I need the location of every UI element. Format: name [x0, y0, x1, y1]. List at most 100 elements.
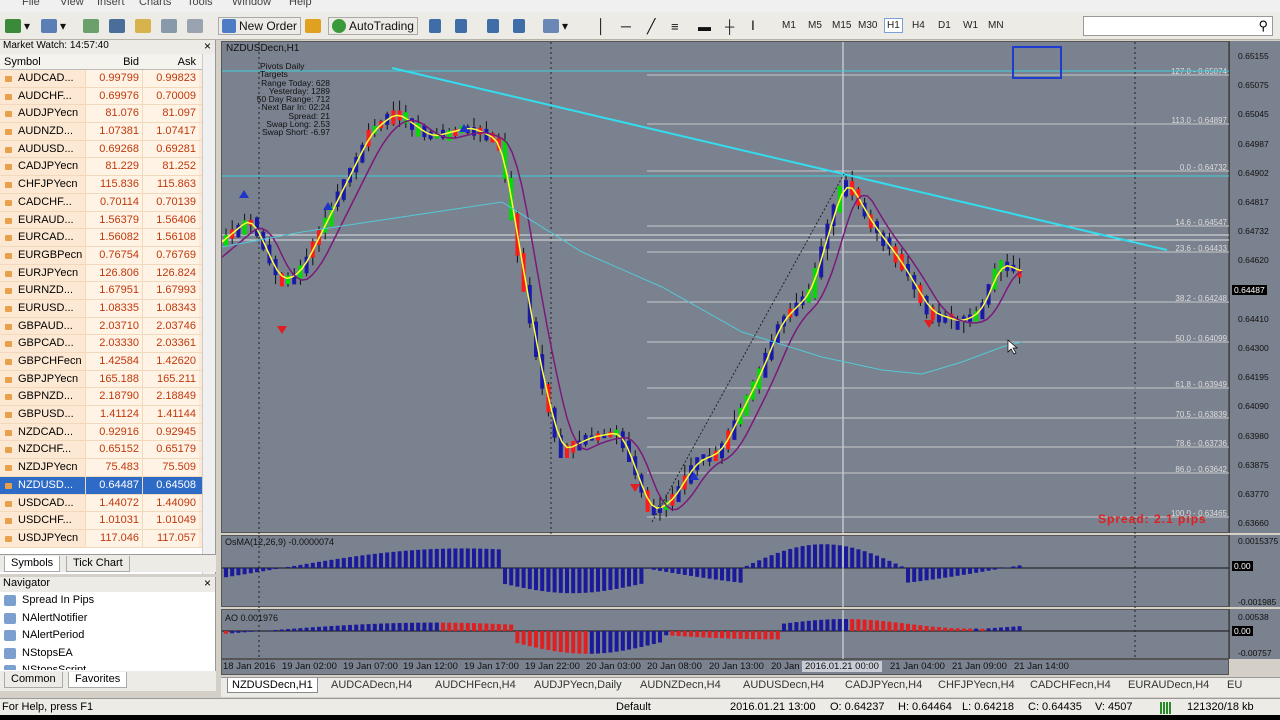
- zoom-out-button[interactable]: [512, 17, 526, 35]
- navigator-button[interactable]: [134, 17, 152, 35]
- tf-m30[interactable]: M30: [858, 20, 877, 31]
- chart-tab[interactable]: AUDJPYecn,Daily: [534, 679, 622, 691]
- market-watch-row[interactable]: NZDJPYecn 75.483 75.509: [0, 459, 215, 477]
- market-watch-row[interactable]: EURJPYecn 126.806 126.824: [0, 264, 215, 283]
- rectangle-button[interactable]: ▬: [697, 17, 712, 35]
- bar-chart-button[interactable]: [428, 17, 442, 35]
- nav-item-nalertperiod[interactable]: NAlertPeriod: [0, 627, 215, 645]
- new-chart-button[interactable]: ▾: [4, 17, 31, 35]
- chart-tab[interactable]: CHFJPYecn,H4: [938, 679, 1015, 691]
- menu-file[interactable]: File: [22, 0, 40, 8]
- market-watch-row[interactable]: GBPNZD... 2.18790 2.18849: [0, 388, 215, 407]
- chart-tab[interactable]: AUDNZDecn,H4: [640, 679, 721, 691]
- autotrading-button[interactable]: AutoTrading: [328, 17, 418, 35]
- market-watch-row[interactable]: GBPUSD... 1.41124 1.41144: [0, 406, 215, 424]
- market-watch-row[interactable]: GBPJPYecn 165.188 165.211: [0, 370, 215, 389]
- chart-tab[interactable]: CADJPYecn,H4: [845, 679, 922, 691]
- profiles-button[interactable]: ▾: [40, 17, 67, 35]
- market-watch-row[interactable]: USDCHF... 1.01031 1.01049: [0, 512, 215, 530]
- tester-button[interactable]: [186, 17, 204, 35]
- terminal-button[interactable]: [160, 17, 178, 35]
- market-watch-button[interactable]: [82, 17, 100, 35]
- menu-window[interactable]: Window: [232, 0, 271, 8]
- col-symbol[interactable]: Symbol: [0, 54, 85, 69]
- market-watch-row[interactable]: NZDUSD... 0.64487 0.64508: [0, 476, 215, 495]
- selection-rectangle[interactable]: [1012, 46, 1062, 79]
- tab-common[interactable]: Common: [4, 672, 63, 688]
- text-button[interactable]: Ⅰ: [750, 17, 756, 35]
- nav-item-nstopsea[interactable]: NStopsEA: [0, 645, 215, 663]
- nav-item-nalertnotifier[interactable]: NAlertNotifier: [0, 610, 215, 628]
- market-watch-row[interactable]: AUDCHF... 0.69976 0.70009: [0, 87, 215, 106]
- nav-item-nstopsscript[interactable]: NStopsScript: [0, 662, 215, 670]
- market-watch-row[interactable]: AUDNZD... 1.07381 1.07417: [0, 123, 215, 141]
- tf-d1[interactable]: D1: [938, 20, 951, 31]
- new-order-button[interactable]: New Order: [218, 17, 302, 35]
- market-watch-row[interactable]: AUDCAD... 0.99799 0.99823: [0, 70, 215, 88]
- osma-indicator-window[interactable]: OsMA(12,26,9) -0.0000074: [221, 535, 1230, 608]
- close-icon[interactable]: ×: [204, 39, 211, 53]
- market-watch-row[interactable]: GBPAUD... 2.03710 2.03746: [0, 317, 215, 336]
- search-icon[interactable]: ⚲: [1258, 18, 1268, 34]
- search-input[interactable]: ⚲: [1083, 16, 1273, 36]
- chart-tab[interactable]: AUDCADecn,H4: [331, 679, 412, 691]
- tf-w1[interactable]: W1: [963, 20, 978, 31]
- nav-item-spread-in-pips[interactable]: Spread In Pips: [0, 592, 215, 610]
- ao-indicator-window[interactable]: AO 0.001976: [221, 609, 1230, 660]
- market-watch-row[interactable]: AUDJPYecn 81.076 81.097: [0, 105, 215, 124]
- chart-tab[interactable]: CADCHFecn,H4: [1030, 679, 1111, 691]
- metaeditor-button[interactable]: [304, 17, 322, 35]
- tf-m15[interactable]: M15: [832, 20, 851, 31]
- market-watch-row[interactable]: GBPCAD... 2.03330 2.03361: [0, 335, 215, 353]
- market-watch-scrollbar[interactable]: [202, 54, 215, 574]
- market-watch-row[interactable]: EURCAD... 1.56082 1.56108: [0, 229, 215, 247]
- crosshair-button[interactable]: ┼: [724, 17, 735, 35]
- zoom-in-button[interactable]: [486, 17, 500, 35]
- cursor-button[interactable]: │: [596, 17, 607, 35]
- market-watch-row[interactable]: CADJPYecn 81.229 81.252: [0, 158, 215, 177]
- chart-tab[interactable]: AUDCHFecn,H4: [435, 679, 516, 691]
- tf-h1[interactable]: H1: [884, 18, 903, 33]
- tab-tick-chart[interactable]: Tick Chart: [66, 556, 130, 572]
- col-bid[interactable]: Bid: [85, 54, 142, 69]
- menu-view[interactable]: View: [60, 0, 84, 8]
- price-axis[interactable]: 0.65155 0.65075 0.65045 0.64987 0.64902 0.648…: [1229, 41, 1280, 587]
- time-axis[interactable]: 18 Jan 2016 19 Jan 02:00 19 Jan 07:00 19 Ja…: [221, 659, 1229, 675]
- market-watch-row[interactable]: GBPCHFecn 1.42584 1.42620: [0, 353, 215, 371]
- market-watch-row[interactable]: USDJPYecn 117.046 117.057: [0, 529, 215, 548]
- ao-bar: [552, 631, 557, 652]
- tf-mn[interactable]: MN: [988, 20, 1004, 31]
- tab-symbols[interactable]: Symbols: [4, 556, 61, 572]
- market-watch-row[interactable]: NZDCHF... 0.65152 0.65179: [0, 441, 215, 460]
- chart-tab[interactable]: AUDUSDecn,H4: [743, 679, 824, 691]
- hline-button[interactable]: ─: [620, 17, 632, 35]
- channel-button[interactable]: ≡: [670, 17, 680, 35]
- chart-tab[interactable]: EURAUDecn,H4: [1128, 679, 1209, 691]
- market-watch-row[interactable]: CADCHF... 0.70114 0.70139: [0, 193, 215, 212]
- market-watch-row[interactable]: CHFJPYecn 115.836 115.863: [0, 176, 215, 194]
- menu-tools[interactable]: Tools: [187, 0, 213, 8]
- tf-h4[interactable]: H4: [912, 20, 925, 31]
- trendline-button[interactable]: ╱: [646, 17, 656, 35]
- market-watch-row[interactable]: NZDCAD... 0.92916 0.92945: [0, 423, 215, 442]
- market-watch-row[interactable]: USDCAD... 1.44072 1.44090: [0, 494, 215, 513]
- market-watch-row[interactable]: AUDUSD... 0.69268 0.69281: [0, 140, 215, 159]
- col-ask[interactable]: Ask: [142, 54, 199, 69]
- market-watch-row[interactable]: EURAUD... 1.56379 1.56406: [0, 211, 215, 230]
- templates-button[interactable]: ▾: [542, 17, 569, 35]
- close-icon[interactable]: ×: [204, 576, 211, 590]
- price-chart[interactable]: 127.0 - 0.65074 113.0 - 0.64897 0.0 - 0.64…: [221, 41, 1230, 534]
- chart-tab[interactable]: EU: [1227, 679, 1242, 691]
- candles-button[interactable]: [454, 17, 468, 35]
- tab-favorites[interactable]: Favorites: [68, 672, 128, 688]
- market-watch-row[interactable]: EURUSD... 1.08335 1.08343: [0, 299, 215, 318]
- data-window-button[interactable]: [108, 17, 126, 35]
- chart-tab[interactable]: NZDUSDecn,H1: [227, 678, 318, 693]
- menu-insert[interactable]: Insert: [97, 0, 125, 8]
- menu-charts[interactable]: Charts: [139, 0, 171, 8]
- tf-m5[interactable]: M5: [808, 20, 822, 31]
- tf-m1[interactable]: M1: [782, 20, 796, 31]
- market-watch-row[interactable]: EURGBPecn 0.76754 0.76769: [0, 246, 215, 265]
- market-watch-row[interactable]: EURNZD... 1.67951 1.67993: [0, 282, 215, 300]
- menu-help[interactable]: Help: [289, 0, 312, 8]
